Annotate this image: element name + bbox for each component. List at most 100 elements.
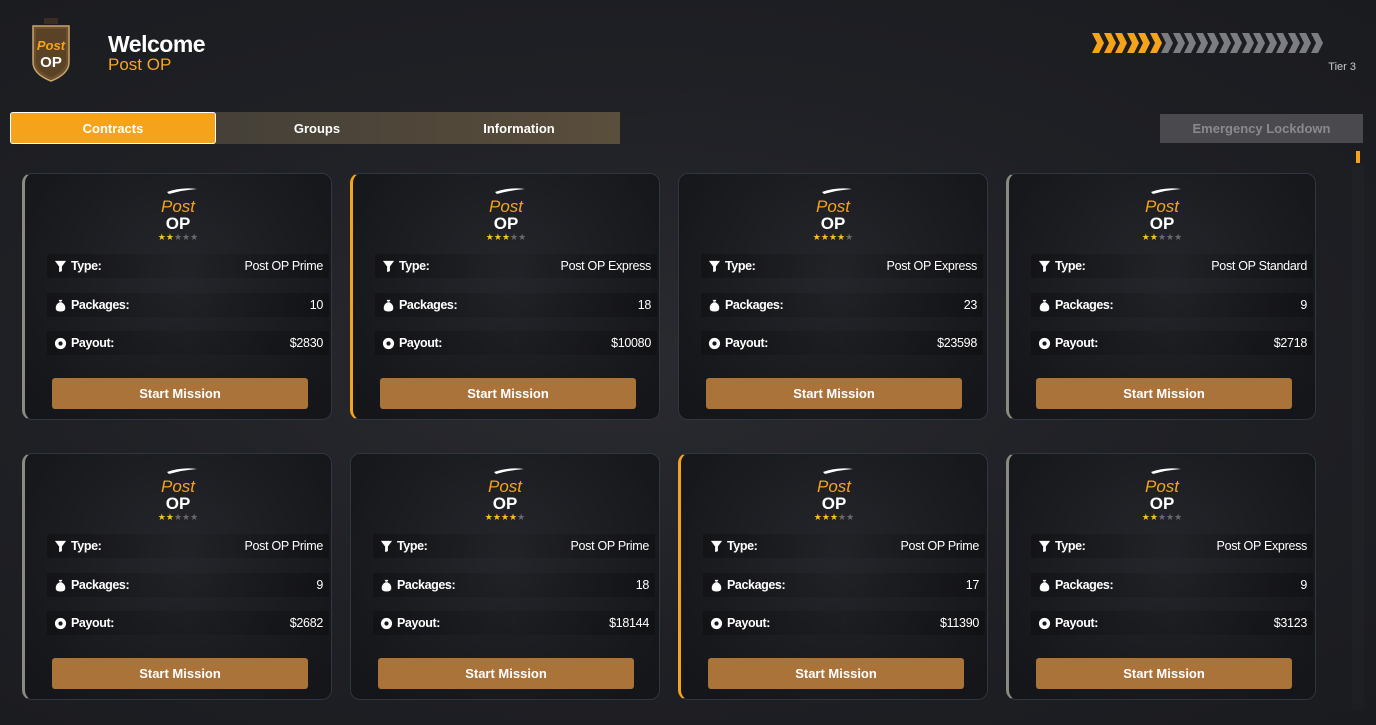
rating-star-icon: ★ xyxy=(1157,232,1167,242)
type-label: Type: xyxy=(71,539,102,553)
start-mission-button[interactable]: Start Mission xyxy=(706,378,962,409)
post-op-logo: Post OP xyxy=(488,468,524,513)
filter-icon xyxy=(1037,259,1051,273)
rating-star-icon: ★ xyxy=(1166,232,1175,242)
logo-text-op: OP xyxy=(166,494,191,513)
type-row: Type: Post OP Prime xyxy=(47,254,329,278)
welcome-subtitle: Post OP xyxy=(108,55,172,74)
start-mission-button[interactable]: Start Mission xyxy=(378,658,634,689)
packages-row: Packages: 9 xyxy=(1031,293,1313,317)
rating-star-icon: ★ xyxy=(165,512,174,522)
rating-star-icon: ★ xyxy=(820,232,829,242)
type-row: Type: Post OP Standard xyxy=(1031,254,1313,278)
coin-icon xyxy=(1037,336,1051,350)
logo-text-op: OP xyxy=(822,494,847,513)
rating-star-icon: ★ xyxy=(517,512,526,522)
tab-groups[interactable]: Groups xyxy=(216,112,418,144)
packages-row: Packages: 18 xyxy=(373,573,655,597)
start-mission-button[interactable]: Start Mission xyxy=(1036,378,1292,409)
money-bag-icon xyxy=(379,578,393,592)
filter-icon xyxy=(379,539,393,553)
star-rating: ★★★★★ xyxy=(1009,512,1315,522)
star-rating: ★★★★★ xyxy=(681,512,987,522)
star-rating: ★★★★★ xyxy=(679,232,987,242)
packages-value: 17 xyxy=(965,578,980,592)
coin-icon xyxy=(53,616,67,630)
start-mission-button[interactable]: Start Mission xyxy=(52,378,308,409)
payout-value: $10080 xyxy=(611,336,651,350)
packages-row: Packages: 17 xyxy=(703,573,985,597)
rating-star-icon: ★ xyxy=(1141,232,1150,242)
payout-value: $2830 xyxy=(289,336,324,350)
rating-star-icon: ★ xyxy=(157,232,166,242)
logo-text-op: OP xyxy=(1150,494,1175,513)
packages-value: 18 xyxy=(637,298,652,312)
rating-star-icon: ★ xyxy=(846,512,855,522)
type-row: Type: Post OP Express xyxy=(701,254,983,278)
rating-star-icon: ★ xyxy=(157,512,166,522)
start-mission-button[interactable]: Start Mission xyxy=(708,658,964,689)
rating-star-icon: ★ xyxy=(1174,512,1183,522)
filter-icon xyxy=(709,539,723,553)
rating-star-icon: ★ xyxy=(509,512,518,522)
start-mission-button[interactable]: Start Mission xyxy=(52,658,308,689)
packages-row: Packages: 9 xyxy=(47,573,329,597)
tab-information[interactable]: Information xyxy=(418,112,620,144)
type-label: Type: xyxy=(399,259,430,273)
packages-value: 9 xyxy=(1300,298,1307,312)
logo-text-op: OP xyxy=(821,214,846,233)
start-mission-button[interactable]: Start Mission xyxy=(1036,658,1292,689)
scrollbar-thumb[interactable] xyxy=(1356,151,1360,163)
contract-card: Post OP ★★★★★ Type: Post OP Prime Packag… xyxy=(22,173,332,420)
tab-contracts[interactable]: Contracts xyxy=(10,112,216,144)
welcome-title: Welcome xyxy=(108,31,206,57)
tab-bar: Contracts Groups Information xyxy=(10,112,620,144)
filter-icon xyxy=(707,259,721,273)
packages-label: Packages: xyxy=(399,298,458,312)
coin-icon xyxy=(379,616,393,630)
payout-value: $23598 xyxy=(937,336,977,350)
packages-label: Packages: xyxy=(397,578,456,592)
rating-star-icon: ★ xyxy=(813,512,822,522)
payout-label: Payout: xyxy=(725,336,769,350)
scrollbar-track[interactable] xyxy=(1352,165,1364,710)
type-value: Post OP Prime xyxy=(244,539,323,553)
start-mission-button[interactable]: Start Mission xyxy=(380,378,636,409)
payout-value: $2682 xyxy=(289,616,324,630)
payout-row: Payout: $2830 xyxy=(47,331,329,355)
type-row: Type: Post OP Prime xyxy=(47,534,329,558)
packages-label: Packages: xyxy=(71,298,130,312)
star-rating: ★★★★★ xyxy=(353,232,659,242)
money-bag-icon xyxy=(53,298,67,312)
packages-value: 10 xyxy=(309,298,324,312)
post-op-logo: Post OP xyxy=(161,468,197,513)
packages-row: Packages: 18 xyxy=(375,293,657,317)
star-rating: ★★★★★ xyxy=(351,512,659,522)
filter-icon xyxy=(381,259,395,273)
rating-star-icon: ★ xyxy=(1157,512,1167,522)
emergency-lockdown-button[interactable]: Emergency Lockdown xyxy=(1160,114,1363,143)
payout-row: Payout: $3123 xyxy=(1031,611,1313,635)
svg-text:Post: Post xyxy=(37,38,66,53)
rating-star-icon: ★ xyxy=(190,512,199,522)
rating-star-icon: ★ xyxy=(829,512,839,522)
star-rating: ★★★★★ xyxy=(1009,232,1315,242)
type-value: Post OP Express xyxy=(1216,539,1308,553)
type-label: Type: xyxy=(725,259,756,273)
packages-value: 9 xyxy=(316,578,323,592)
type-row: Type: Post OP Prime xyxy=(703,534,985,558)
payout-label: Payout: xyxy=(727,616,771,630)
contract-card: Post OP ★★★★★ Type: Post OP Prime Packag… xyxy=(350,453,660,700)
payout-row: Payout: $2718 xyxy=(1031,331,1313,355)
rating-star-icon: ★ xyxy=(845,232,854,242)
rating-star-icon: ★ xyxy=(518,232,527,242)
post-op-logo: Post OP xyxy=(161,188,197,233)
type-row: Type: Post OP Prime xyxy=(373,534,655,558)
money-bag-icon xyxy=(707,298,721,312)
payout-row: Payout: $23598 xyxy=(701,331,983,355)
money-bag-icon xyxy=(709,578,723,592)
contract-card: Post OP ★★★★★ Type: Post OP Express Pack… xyxy=(678,173,988,420)
type-label: Type: xyxy=(71,259,102,273)
rating-star-icon: ★ xyxy=(182,232,191,242)
packages-row: Packages: 23 xyxy=(701,293,983,317)
